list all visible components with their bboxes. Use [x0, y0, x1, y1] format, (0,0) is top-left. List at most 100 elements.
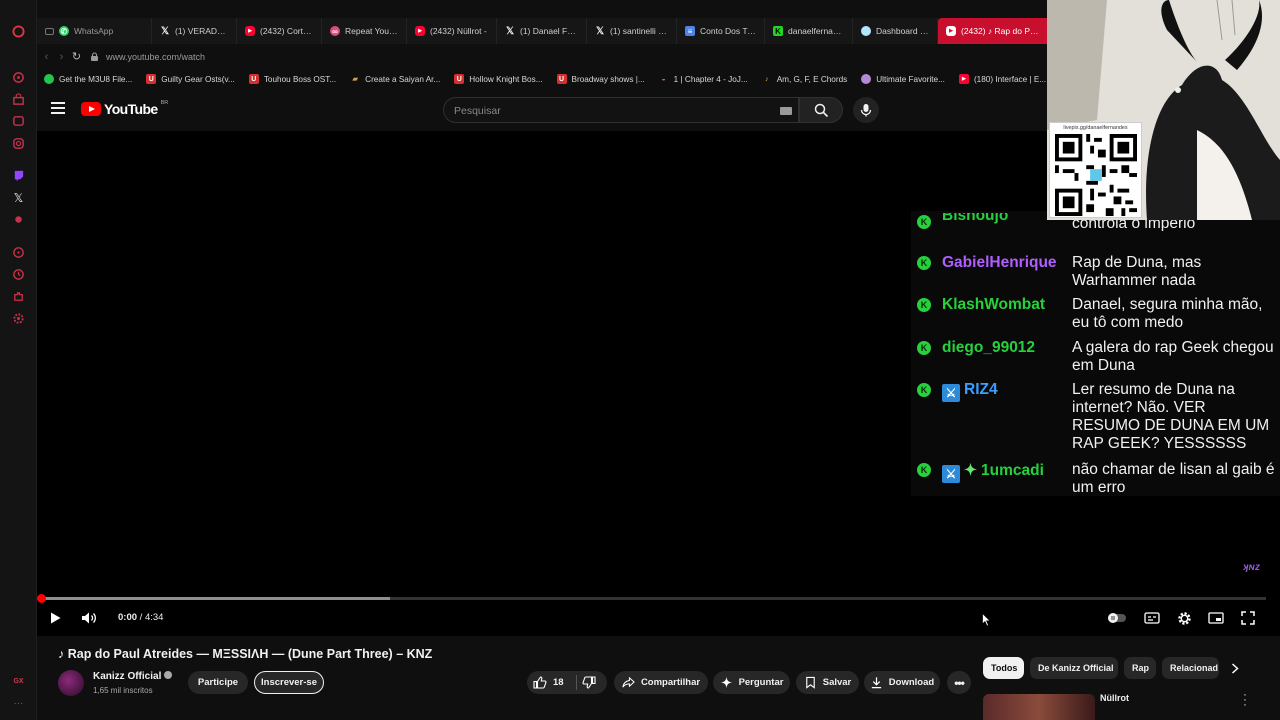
bookmark-item[interactable]: U Guilty Gear Osts(v...: [139, 74, 242, 84]
tab-label: (2432) Cortes d: [260, 26, 313, 36]
gx-corner-icon[interactable]: GX: [11, 674, 26, 689]
youtube-music-icon[interactable]: [11, 212, 26, 227]
chevron-right-icon: [1231, 662, 1239, 674]
tab[interactable]: Kdanaelfernande: [765, 18, 853, 44]
channel-name-block[interactable]: Kanizz Official: [93, 671, 173, 682]
recommendation-title[interactable]: Nüllrot: [1100, 693, 1129, 703]
youtube-logo[interactable]: YouTube BR: [81, 100, 168, 117]
channel-avatar[interactable]: [58, 670, 84, 696]
chip-from-channel[interactable]: De Kanizz Official: [1030, 657, 1118, 679]
kick-icon: K: [773, 26, 783, 36]
save-button[interactable]: Salvar: [796, 671, 859, 694]
bookmark-label: Get the M3U8 File...: [59, 74, 133, 84]
instagram-icon[interactable]: [11, 136, 26, 151]
recommendation-thumbnail[interactable]: [983, 694, 1095, 720]
kick-badge-icon: K: [917, 215, 931, 229]
bookmark-label: 1 | Chapter 4 - JoJ...: [673, 74, 748, 84]
tab[interactable]: 𝕏 (1) VERADE NEV: [152, 18, 237, 44]
x-sidebar-icon[interactable]: 𝕏: [11, 190, 26, 205]
shopping-bag-icon[interactable]: [11, 92, 26, 107]
hamburger-menu-icon[interactable]: [51, 102, 65, 116]
whatsapp-sidebar-icon[interactable]: [11, 245, 26, 260]
tab-label: (2432) ♪ Rap do Paul: [961, 26, 1041, 36]
bookmark-item[interactable]: U Touhou Boss OST...: [242, 74, 343, 84]
voice-search-button[interactable]: [853, 97, 879, 123]
x-icon: 𝕏: [595, 25, 605, 37]
opera-logo-icon[interactable]: [11, 24, 26, 39]
ask-button[interactable]: Perguntar: [713, 671, 790, 694]
download-icon: [871, 677, 881, 689]
join-button[interactable]: Participe: [188, 671, 248, 694]
docs-icon: ≡: [685, 26, 695, 36]
bookmark-item[interactable]: ▶ (180) Interface | E...: [952, 74, 1053, 84]
tab-label: (1) Danael Ferna: [520, 26, 578, 36]
miniplayer-button[interactable]: [1206, 608, 1226, 628]
webcam-overlay: livepix.gg/danaelfernandes: [1047, 0, 1280, 220]
more-vertical-icon[interactable]: · · ·: [1241, 690, 1249, 711]
bookmark-item[interactable]: U Hollow Knight Bos...: [447, 74, 549, 84]
thumbs-up-icon: [533, 676, 547, 689]
search-input[interactable]: Pesquisar: [443, 97, 799, 123]
video-progress-bar[interactable]: [37, 594, 1266, 603]
like-dislike-group: 18: [527, 671, 607, 694]
tab-active[interactable]: ▶ (2432) ♪ Rap do Paul: [938, 18, 1050, 44]
volume-button[interactable]: [79, 608, 99, 628]
tab[interactable]: Dashboard - Liv: [853, 18, 938, 44]
bookmark-label: Am, G, F, E Chords: [776, 74, 848, 84]
autoplay-toggle[interactable]: [1107, 608, 1127, 628]
chip-all[interactable]: Todos: [983, 657, 1024, 679]
green-circle-icon: [44, 74, 54, 84]
chat-text: Ler resumo de Duna na internet? Não. VER…: [1072, 381, 1270, 452]
chat-user-block: ⚔ ✦ 1umcadi: [942, 461, 1044, 483]
more-actions-button[interactable]: •••: [947, 671, 971, 694]
play-button[interactable]: [45, 608, 65, 628]
tab[interactable]: ▶ (2432) Cortes d: [237, 18, 322, 44]
settings-button[interactable]: [1174, 608, 1194, 628]
chip-related[interactable]: Relacionad: [1162, 657, 1219, 679]
messenger-icon[interactable]: [11, 114, 26, 129]
tab-list-button[interactable]: ✆ WhatsApp: [37, 18, 152, 44]
keyboard-icon[interactable]: [780, 107, 792, 115]
udemy-u-icon: U: [146, 74, 157, 84]
tab[interactable]: ∞ Repeat YouTube: [322, 18, 407, 44]
chip-label: Relacionad: [1170, 663, 1219, 673]
tab[interactable]: 𝕏 (1) santinelli – B: [587, 18, 677, 44]
bookmark-item[interactable]: Get the M3U8 File...: [37, 74, 139, 84]
history-icon[interactable]: [11, 267, 26, 282]
chip-label: Rap: [1132, 663, 1150, 673]
tab[interactable]: ▶ (2432) Nüllrot -: [407, 18, 497, 44]
more-sidebar-icon[interactable]: ···: [11, 696, 26, 711]
reload-icon[interactable]: ↻: [69, 50, 84, 63]
share-button[interactable]: Compartilhar: [614, 671, 708, 694]
cake-icon: ◒: [661, 75, 666, 83]
gear-icon: [1177, 611, 1191, 625]
subscribe-button[interactable]: Inscrever-se: [254, 671, 324, 694]
tab[interactable]: 𝕏 (1) Danael Ferna: [497, 18, 587, 44]
youtube-icon: ▶: [415, 26, 425, 36]
bookmark-item[interactable]: U Broadway shows |...: [550, 74, 652, 84]
bookmark-item[interactable]: Ultimate Favorite...: [854, 74, 952, 84]
back-icon[interactable]: ‹: [39, 51, 54, 63]
url-field[interactable]: www.youtube.com/watch: [106, 52, 205, 62]
bookmark-item[interactable]: ▰ Create a Saiyan Ar...: [343, 74, 447, 84]
tab[interactable]: ≡ Conto Dos Tres: [677, 18, 765, 44]
bookmark-item[interactable]: ◒ 1 | Chapter 4 - JoJ...: [652, 74, 755, 84]
forward-icon[interactable]: ›: [54, 51, 69, 63]
chat-username: GabielHenrique: [942, 254, 1057, 271]
aria-icon[interactable]: [11, 70, 26, 85]
fullscreen-button[interactable]: [1238, 608, 1258, 628]
like-button[interactable]: 18: [533, 676, 564, 689]
extensions-icon[interactable]: [11, 289, 26, 304]
chip-rap[interactable]: Rap: [1124, 657, 1156, 679]
chips-next-button[interactable]: [1227, 660, 1243, 676]
lock-icon[interactable]: [84, 51, 104, 62]
subtitles-button[interactable]: [1142, 608, 1162, 628]
twitch-icon[interactable]: [11, 168, 26, 183]
dislike-button[interactable]: [582, 676, 596, 692]
search-button[interactable]: [799, 97, 843, 123]
download-button[interactable]: Download: [864, 671, 940, 694]
scrubber-handle[interactable]: [37, 594, 46, 603]
bookmark-item[interactable]: ♪ Am, G, F, E Chords: [755, 74, 855, 84]
settings-sidebar-icon[interactable]: [11, 311, 26, 326]
like-divider: [576, 675, 577, 690]
